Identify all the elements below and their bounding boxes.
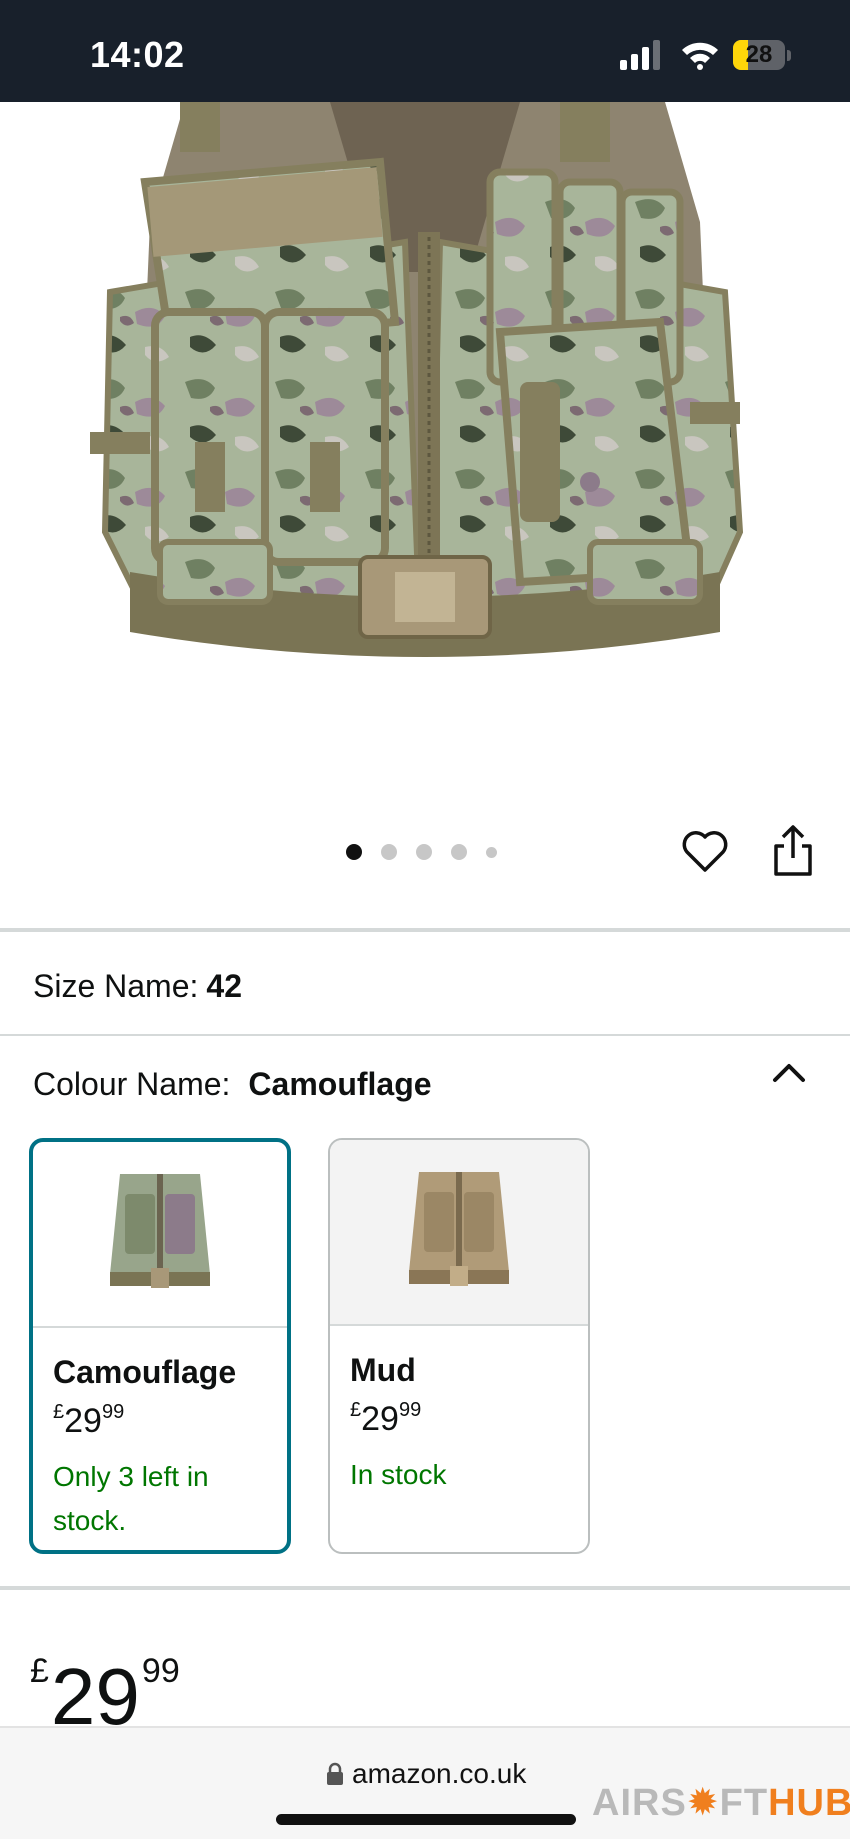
wifi-icon [682, 42, 718, 70]
gallery-dot[interactable] [486, 846, 497, 858]
size-label: Size Name: [33, 968, 199, 1004]
chevron-up-icon[interactable] [772, 1060, 806, 1086]
product-price: £2999 [30, 1652, 180, 1741]
gallery-dot[interactable] [416, 844, 432, 860]
home-indicator[interactable] [276, 1814, 576, 1825]
status-bar: 14:02 28 [0, 0, 850, 102]
option-stock-status: In stock [350, 1459, 447, 1490]
size-selector[interactable]: Size Name: 42 [33, 968, 242, 1005]
section-divider [0, 1034, 850, 1036]
watermark-logo: AIRS✹FTHUB [592, 1782, 850, 1824]
camouflage-thumbnail [33, 1142, 287, 1328]
browser-url-bar[interactable]: amazon.co.uk AIRS✹FTHUB [0, 1726, 850, 1839]
wishlist-heart-icon[interactable] [680, 826, 730, 876]
vest-illustration [90, 102, 744, 657]
option-name: Camouflage [53, 1354, 237, 1390]
share-icon[interactable] [770, 824, 816, 878]
option-name: Mud [350, 1352, 416, 1388]
gallery-dot[interactable] [451, 844, 467, 860]
colour-label: Colour Name: [33, 1066, 231, 1102]
status-time: 14:02 [90, 34, 185, 75]
section-divider [0, 928, 850, 932]
size-value: 42 [206, 968, 242, 1004]
product-image[interactable] [0, 102, 850, 782]
colour-option-camouflage[interactable]: Camouflage £2999 Only 3 left in stock. [29, 1138, 291, 1554]
gallery-dot[interactable] [346, 844, 362, 860]
lock-icon [327, 1762, 343, 1785]
url-text[interactable]: amazon.co.uk [352, 1758, 526, 1790]
option-price: £2999 [53, 1401, 125, 1440]
gallery-pagination[interactable] [346, 842, 516, 862]
gallery-dot[interactable] [381, 844, 397, 860]
option-stock-status: Only 3 left in stock. [53, 1461, 209, 1536]
battery-icon: 28 [733, 40, 785, 70]
colour-selector-header[interactable]: Colour Name: Camouflage [33, 1066, 432, 1103]
colour-option-mud[interactable]: Mud £2999 In stock [328, 1138, 590, 1554]
mud-thumbnail [330, 1140, 588, 1326]
section-divider [0, 1586, 850, 1590]
cellular-signal-icon [620, 40, 660, 70]
colour-value: Camouflage [248, 1066, 432, 1102]
option-price: £2999 [350, 1399, 422, 1438]
battery-level: 28 [745, 41, 773, 68]
